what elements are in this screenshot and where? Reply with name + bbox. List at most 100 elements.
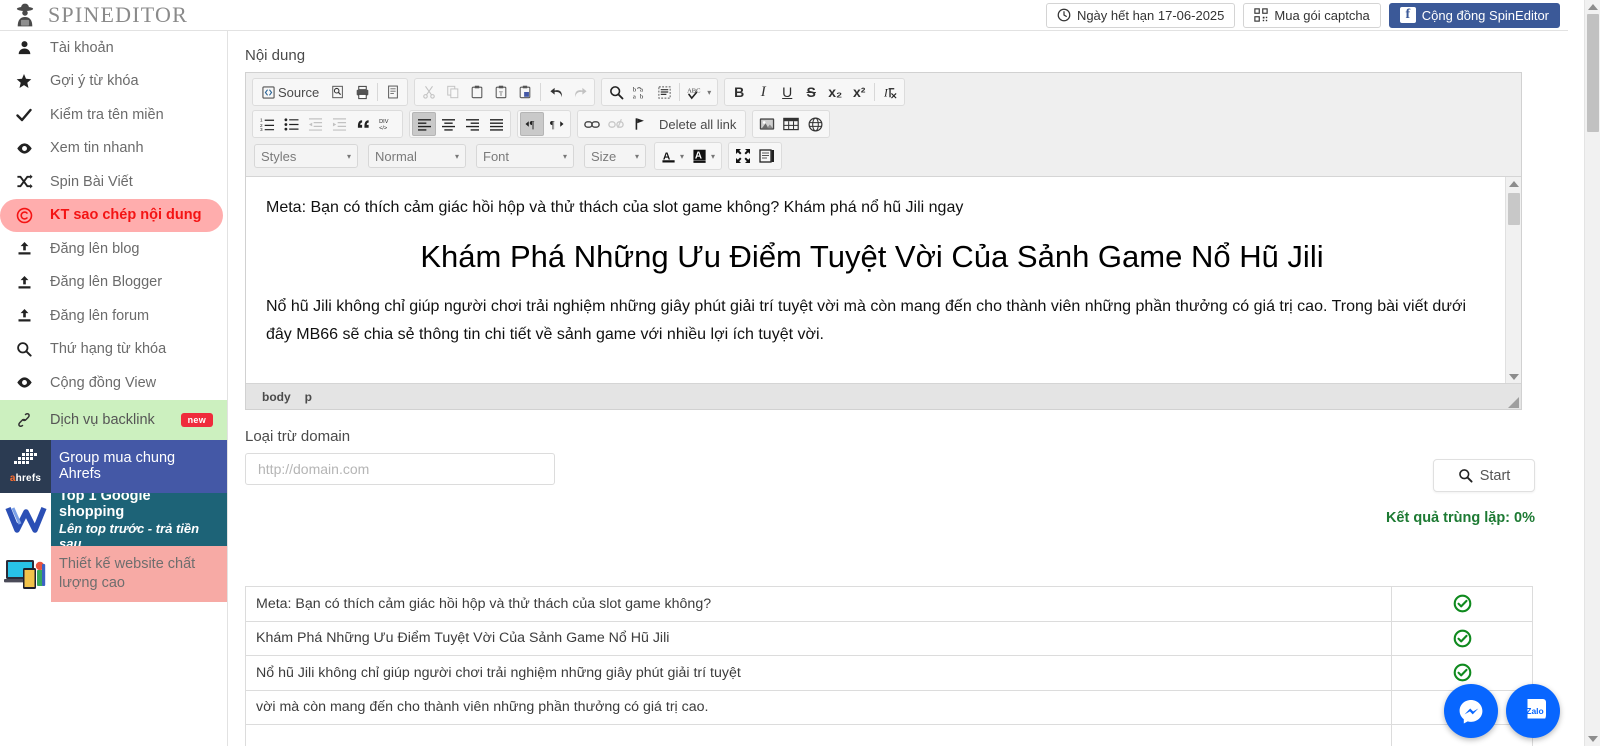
numbered-list-button[interactable]: 123 — [255, 112, 279, 136]
copy-button[interactable] — [441, 80, 465, 104]
promo-google-shopping[interactable]: Top 1 Google shopping Lên top trước - tr… — [0, 492, 227, 546]
ltr-button[interactable]: ¶ — [520, 112, 544, 136]
sidebar-item-tai-khoan[interactable]: Tài khoản — [0, 31, 227, 65]
rtl-button[interactable]: ¶ — [544, 112, 568, 136]
link-button[interactable] — [580, 112, 604, 136]
image-button[interactable] — [755, 112, 779, 136]
text-color-button[interactable]: A ▾ — [657, 144, 688, 168]
zalo-button[interactable]: Zalo — [1506, 684, 1560, 738]
buy-captcha-button[interactable]: Mua gói captcha — [1243, 2, 1381, 28]
sidebar-item-cong-dong-view[interactable]: Cộng đồng View — [0, 366, 227, 400]
align-justify-button[interactable] — [484, 112, 508, 136]
text-color-icon: A — [662, 151, 675, 162]
copy-icon — [447, 85, 459, 99]
table-button[interactable] — [779, 112, 803, 136]
outdent-button[interactable] — [303, 112, 327, 136]
sidebar-item-xem-tin-nhanh[interactable]: Xem tin nhanh — [0, 132, 227, 166]
undo-button[interactable] — [544, 80, 568, 104]
redo-button[interactable] — [568, 80, 592, 104]
templates-button[interactable] — [381, 80, 405, 104]
sidebar-item-spin-bai-viet[interactable]: Spin Bài Viết — [0, 165, 227, 199]
table-row[interactable] — [245, 724, 1533, 746]
editor-resize-grip[interactable] — [1508, 397, 1519, 408]
indent-button[interactable] — [327, 112, 351, 136]
expiry-date-button[interactable]: Ngày hết hạn 17-06-2025 — [1045, 2, 1236, 28]
superscript-button[interactable]: x² — [847, 80, 871, 104]
start-button[interactable]: Start — [1433, 459, 1535, 492]
unlink-button[interactable] — [604, 112, 628, 136]
find-button[interactable] — [604, 80, 628, 104]
brand[interactable]: SPINEDITOR — [0, 2, 228, 28]
paste-text-button[interactable]: T — [489, 80, 513, 104]
scroll-down-arrow-icon[interactable] — [1509, 374, 1519, 380]
italic-button[interactable]: I — [751, 80, 775, 104]
editor-vertical-scrollbar[interactable] — [1505, 177, 1521, 383]
print-button[interactable] — [350, 80, 374, 104]
bold-button[interactable]: B — [727, 80, 751, 104]
paste-button[interactable] — [465, 80, 489, 104]
font-select[interactable]: Font ▾ — [476, 144, 574, 168]
bulleted-list-button[interactable] — [279, 112, 303, 136]
format-select[interactable]: Normal ▾ — [368, 144, 466, 168]
messenger-button[interactable] — [1444, 684, 1498, 738]
underline-button[interactable]: U — [775, 80, 799, 104]
row-text — [245, 724, 1392, 746]
strikethrough-button[interactable]: S — [799, 80, 823, 104]
facebook-community-button[interactable]: f Cộng đồng SpinEditor — [1388, 2, 1560, 28]
source-button[interactable]: Source — [255, 80, 326, 104]
editor-scroll-thumb[interactable] — [1508, 193, 1520, 225]
size-select[interactable]: Size ▾ — [584, 144, 646, 168]
promo-web-design[interactable]: Thiết kế website chất lượng cao — [0, 545, 227, 602]
path-item-body[interactable]: body — [262, 390, 291, 404]
remove-format-button[interactable]: I — [878, 80, 902, 104]
anchor-button[interactable] — [628, 112, 652, 136]
blockquote-button[interactable] — [351, 112, 375, 136]
page-scroll-thumb[interactable] — [1587, 14, 1599, 132]
styles-select[interactable]: Styles ▾ — [254, 144, 358, 168]
font-value: Font — [483, 148, 510, 164]
sidebar-item-thu-hang-tu-khoa[interactable]: Thứ hạng từ khóa — [0, 333, 227, 367]
maximize-button[interactable] — [731, 144, 755, 168]
page-vertical-scrollbar[interactable] — [1584, 0, 1600, 746]
align-left-button[interactable] — [412, 112, 436, 136]
sidebar-item-kt-sao-chep-noi-dung[interactable]: KT sao chép nội dung — [0, 198, 223, 232]
show-blocks-button[interactable] — [755, 144, 779, 168]
remove-format-icon: I — [883, 87, 897, 99]
scroll-up-arrow-icon[interactable] — [1509, 181, 1519, 187]
sidebar-item-dang-len-blogger[interactable]: Đăng lên Blogger — [0, 266, 227, 300]
source-icon — [262, 85, 275, 99]
page-scroll-down-arrow-icon[interactable] — [1588, 736, 1598, 742]
sidebar-item-goi-y-tu-khoa[interactable]: Gợi ý từ khóa — [0, 65, 227, 99]
replace-button[interactable]: b a a b — [628, 80, 652, 104]
align-right-button[interactable] — [460, 112, 484, 136]
iframe-button[interactable] — [803, 112, 827, 136]
editor-body[interactable]: Meta: Bạn có thích cảm giác hồi hộp và t… — [246, 177, 1521, 384]
spellcheck-button[interactable]: ABC ▾ — [683, 80, 715, 104]
sidebar-item-dich-vu-backlink[interactable]: Dịch vụ backlink new — [0, 399, 227, 440]
align-center-button[interactable] — [436, 112, 460, 136]
subscript-button[interactable]: x₂ — [823, 80, 847, 104]
page-scroll-up-arrow-icon[interactable] — [1588, 4, 1598, 10]
sidebar-item-kiem-tra-ten-mien[interactable]: Kiểm tra tên miền — [0, 98, 227, 132]
promo-ahrefs[interactable]: ahrefs Group mua chung Ahrefs — [0, 439, 227, 493]
table-row[interactable]: vời mà còn mang đến cho thành viên những… — [245, 689, 1533, 725]
preview-button[interactable] — [326, 80, 350, 104]
table-row[interactable]: Nổ hũ Jili không chỉ giúp người chơi trả… — [245, 655, 1533, 691]
bg-color-button[interactable]: A ▾ — [688, 144, 719, 168]
select-all-button[interactable] — [652, 80, 676, 104]
size-value: Size — [591, 148, 617, 164]
sidebar-item-dang-len-forum[interactable]: Đăng lên forum — [0, 299, 227, 333]
table-row[interactable]: Meta: Bạn có thích cảm giác hồi hộp và t… — [245, 586, 1533, 622]
cut-button[interactable] — [417, 80, 441, 104]
create-div-button[interactable]: DIV </> — [375, 112, 400, 136]
new-badge: new — [180, 412, 213, 427]
paste-word-button[interactable] — [513, 80, 537, 104]
path-item-p[interactable]: p — [305, 390, 312, 404]
sidebar-item-dang-len-blog[interactable]: Đăng lên blog — [0, 232, 227, 266]
delete-all-link-button[interactable]: Delete all link — [652, 112, 743, 136]
exclude-domain-label: Loại trừ domain — [245, 428, 351, 445]
star-icon — [14, 73, 34, 89]
exclude-domain-input[interactable] — [245, 453, 555, 485]
editor-content[interactable]: Meta: Bạn có thích cảm giác hồi hộp và t… — [246, 177, 1504, 348]
table-row[interactable]: Khám Phá Những Ưu Điểm Tuyệt Vời Của Sản… — [245, 620, 1533, 656]
